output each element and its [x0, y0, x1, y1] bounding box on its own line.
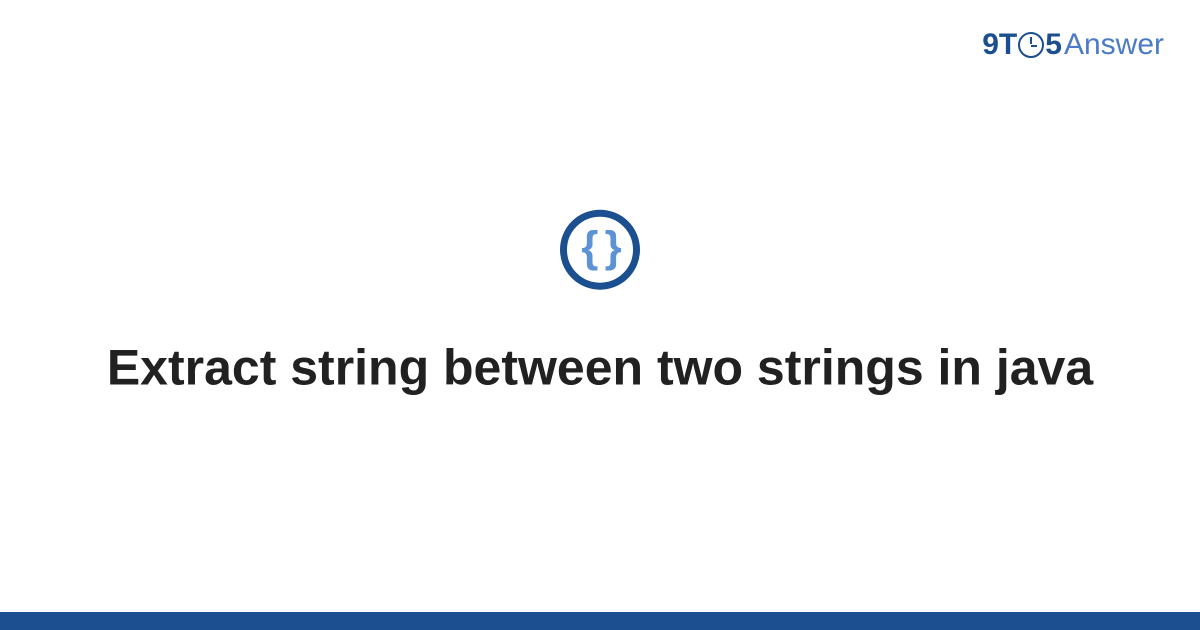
code-braces-icon: { }	[560, 210, 640, 290]
clock-icon	[1018, 32, 1044, 58]
footer-accent-bar	[0, 612, 1200, 630]
site-logo: 9T 5 Answer	[982, 28, 1164, 62]
page-title: Extract string between two strings in ja…	[107, 338, 1093, 398]
braces-glyph: { }	[581, 226, 618, 270]
main-content: { } Extract string between two strings i…	[0, 210, 1200, 398]
logo-text-answer: Answer	[1064, 28, 1164, 62]
logo-text-5: 5	[1045, 28, 1062, 62]
logo-text-9t: 9T	[982, 28, 1017, 62]
